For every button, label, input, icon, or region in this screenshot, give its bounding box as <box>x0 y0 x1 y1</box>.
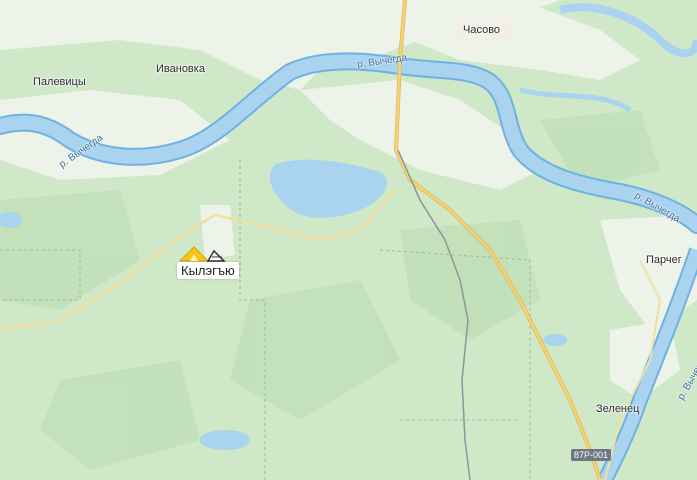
settlement-label-parcheg[interactable]: Парчег <box>646 254 682 266</box>
map-canvas[interactable]: Палевицы Ивановка Часово Парчег Зеленец … <box>0 0 697 480</box>
selected-place-label[interactable]: Кылэгъю <box>177 262 239 279</box>
road-shield: 87Р-001 <box>571 449 612 461</box>
settlement-label-ivanovka[interactable]: Ивановка <box>156 63 205 75</box>
settlement-label-palevitsy[interactable]: Палевицы <box>33 76 86 88</box>
settlement-label-chasovo[interactable]: Часово <box>463 24 500 36</box>
settlement-label-zelenets[interactable]: Зеленец <box>596 403 639 415</box>
map-base-layer <box>0 0 697 480</box>
camping-tent-icon <box>178 246 226 262</box>
